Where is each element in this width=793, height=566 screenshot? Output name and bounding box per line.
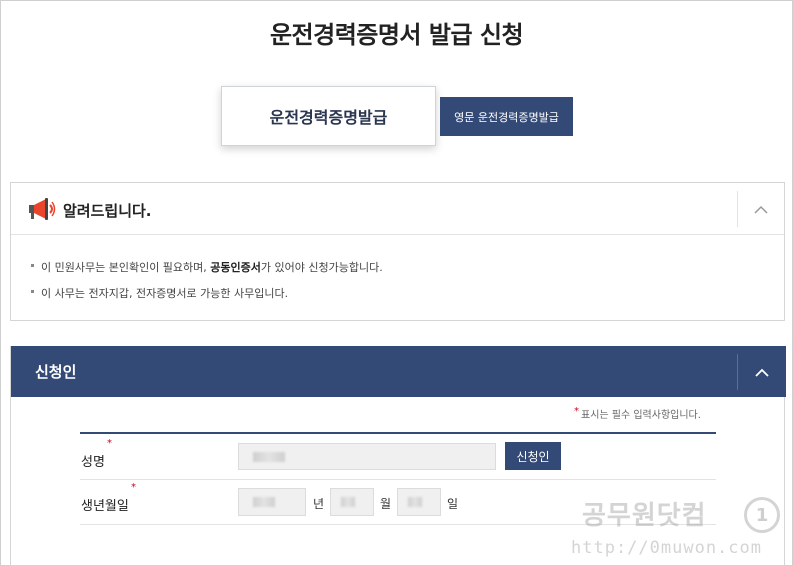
required-note: * 표시는 필수 입력사항입니다. [574, 406, 701, 421]
redacted-value [341, 497, 355, 507]
notice-list: 이 민원사무는 본인확인이 필요하며, 공동인증서가 있어야 신청가능합니다. … [31, 259, 383, 311]
notice-title: 알려드립니다. [63, 202, 152, 220]
tab-driving-record[interactable]: 운전경력증명발급 [221, 86, 436, 146]
chevron-up-icon [755, 368, 769, 377]
applicant-section-header[interactable]: 신청인 [11, 346, 786, 397]
birthdate-label: 생년월일 [81, 499, 129, 514]
redacted-value [253, 497, 275, 507]
notice-collapse-button[interactable] [737, 191, 784, 227]
form-top-border [80, 432, 716, 434]
notice-item: 이 사무는 전자지갑, 전자증명서로 가능한 사무입니다. [31, 285, 383, 311]
notice-panel: 알려드립니다. 이 민원사무는 본인확인이 필요하며, 공동인증서가 있어야 신… [10, 182, 785, 321]
year-unit: 년 [313, 497, 325, 511]
month-unit: 월 [380, 497, 392, 511]
birth-year-field[interactable] [238, 488, 306, 516]
birth-day-field[interactable] [397, 488, 441, 516]
watermark-text: 공무원닷컴 [582, 501, 707, 531]
redacted-value [408, 497, 422, 507]
chevron-up-icon [754, 205, 768, 214]
day-unit: 일 [447, 497, 459, 511]
watermark-url: http://0muwon.com [571, 538, 762, 558]
applicant-button[interactable]: 신청인 [505, 442, 561, 470]
notice-header[interactable]: 알려드립니다. [11, 183, 784, 235]
row-divider [80, 479, 716, 480]
watermark-logo: 1 [744, 497, 780, 533]
megaphone-icon [29, 198, 56, 220]
name-field[interactable] [238, 443, 496, 470]
birth-month-field[interactable] [330, 488, 374, 516]
applicant-collapse-button[interactable] [737, 354, 786, 390]
redacted-value [253, 452, 285, 462]
required-star: * [131, 482, 136, 493]
required-star: * [107, 438, 112, 449]
page-title: 운전경력증명서 발급 신청 [269, 21, 524, 49]
applicant-section-title: 신청인 [35, 363, 77, 381]
name-label: 성명 [81, 455, 105, 470]
notice-item: 이 민원사무는 본인확인이 필요하며, 공동인증서가 있어야 신청가능합니다. [31, 259, 383, 285]
tab-english-driving-record[interactable]: 영문 운전경력증명발급 [440, 97, 573, 136]
required-star: * [574, 406, 579, 417]
